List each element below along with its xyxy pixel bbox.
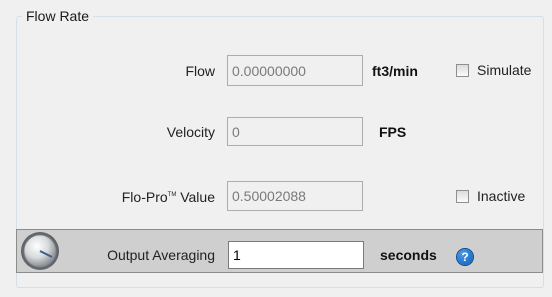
flopro-label-tail: Value — [176, 189, 215, 205]
flow-field[interactable] — [227, 55, 363, 86]
simulate-checkbox-box[interactable] — [456, 63, 469, 77]
flopro-label: Flo-ProTM Value — [122, 189, 215, 205]
output-averaging-label: Output Averaging — [107, 247, 215, 263]
flopro-field[interactable] — [227, 181, 363, 211]
help-icon[interactable]: ? — [457, 249, 473, 265]
group-title: Flow Rate — [22, 8, 94, 24]
inactive-checkbox-box[interactable] — [456, 189, 469, 203]
inactive-checkbox-label: Inactive — [477, 188, 526, 204]
flow-label: Flow — [185, 63, 215, 79]
output-averaging-input[interactable] — [228, 241, 364, 269]
flopro-label-main: Flo-Pro — [121, 189, 168, 205]
rotary-knob-icon[interactable] — [19, 231, 61, 271]
averaging-unit: seconds — [380, 247, 437, 263]
velocity-label: Velocity — [166, 124, 215, 140]
inactive-checkbox[interactable]: Inactive — [456, 188, 525, 204]
simulate-checkbox-label: Simulate — [477, 62, 532, 78]
velocity-unit: FPS — [379, 124, 407, 140]
velocity-field[interactable] — [227, 117, 363, 146]
simulate-checkbox[interactable]: Simulate — [456, 62, 531, 78]
flow-unit: ft3/min — [372, 63, 418, 79]
